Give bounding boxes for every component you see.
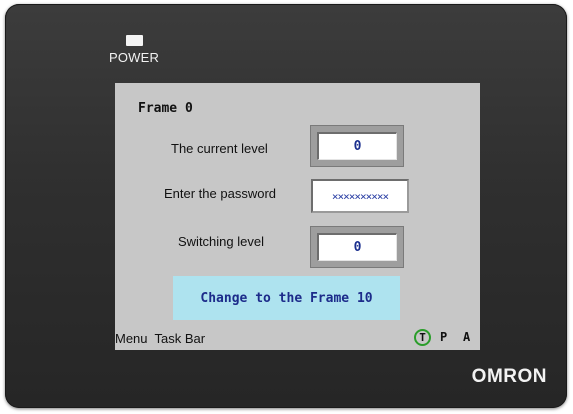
current-level-label: The current level	[171, 141, 268, 156]
menu-taskbar-button[interactable]: Menu Task Bar	[115, 331, 205, 346]
current-level-display: 0	[310, 125, 404, 167]
switching-level-value: 0	[317, 233, 397, 261]
switching-level-label: Switching level	[178, 234, 264, 249]
password-mask-text: ××××××××××	[331, 189, 389, 203]
current-level-value: 0	[317, 132, 397, 160]
hmi-device-bezel: POWER Frame 0 The current level 0 Enter …	[5, 4, 567, 408]
mode-p-icon[interactable]: P	[440, 330, 447, 344]
mode-t-icon[interactable]: T	[414, 329, 431, 346]
touch-screen: Frame 0 The current level 0 Enter the pa…	[115, 83, 480, 350]
switching-level-input[interactable]: 0	[310, 226, 404, 268]
power-led-indicator	[126, 35, 143, 46]
omron-logo: OMRON	[471, 366, 547, 387]
change-frame-button[interactable]: Change to the Frame 10	[173, 276, 400, 320]
password-label: Enter the password	[164, 186, 277, 201]
task-bar: Menu Task Bar T P A	[115, 329, 480, 350]
mode-a-icon[interactable]: A	[463, 330, 470, 344]
power-label: POWER	[109, 50, 160, 65]
frame-title: Frame 0	[138, 101, 193, 116]
password-field[interactable]: ××××××××××	[311, 179, 409, 213]
